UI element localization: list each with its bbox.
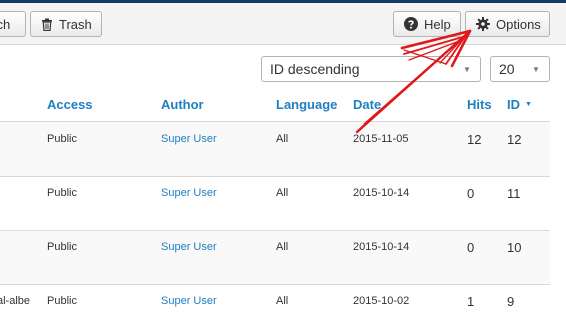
table-row[interactable]: al-albe Public Super User All 2015-10-02… <box>0 285 550 334</box>
column-header-access[interactable]: Access <box>47 97 93 112</box>
table-row[interactable]: Public Super User All 2015-10-14 0 10 <box>0 231 550 285</box>
column-header-id[interactable]: ID ▼ <box>507 97 532 112</box>
help-button-label: Help <box>424 16 451 32</box>
column-header-date[interactable]: Date <box>353 97 381 112</box>
id-cell: 12 <box>507 132 522 147</box>
question-circle-icon <box>404 17 418 31</box>
chevron-down-icon: ▼ <box>532 64 540 74</box>
author-link[interactable]: Super User <box>161 187 217 199</box>
language-cell: All <box>276 133 289 145</box>
access-cell: Public <box>47 241 77 253</box>
access-cell: Public <box>47 295 77 307</box>
toolbar: Batch Trash Help Options <box>0 3 566 45</box>
trash-icon <box>41 18 53 31</box>
batch-button[interactable]: Batch <box>0 11 26 37</box>
date-cell: 2015-10-14 <box>353 241 410 253</box>
help-button[interactable]: Help <box>393 11 461 37</box>
list-limit-value: 20 <box>499 61 515 77</box>
date-cell: 2015-10-14 <box>353 187 410 199</box>
sort-order-select[interactable]: ID descending ▼ <box>261 56 481 82</box>
id-cell: 9 <box>507 294 515 309</box>
table-row[interactable]: Public Super User All 2015-10-14 0 11 <box>0 177 550 231</box>
column-header-author[interactable]: Author <box>161 97 204 112</box>
batch-button-label: Batch <box>0 16 11 32</box>
gear-icon <box>476 17 490 31</box>
access-cell: Public <box>47 187 77 199</box>
column-header-hits[interactable]: Hits <box>467 97 492 112</box>
sort-desc-icon: ▼ <box>525 101 532 108</box>
chevron-down-icon: ▼ <box>463 64 471 74</box>
id-cell: 10 <box>507 240 522 255</box>
column-header-language[interactable]: Language <box>276 97 337 112</box>
language-cell: All <box>276 241 289 253</box>
language-cell: All <box>276 187 289 199</box>
trash-button[interactable]: Trash <box>30 11 102 37</box>
hits-cell: 12 <box>467 132 482 147</box>
author-link[interactable]: Super User <box>161 295 217 307</box>
options-button-label: Options <box>496 16 541 32</box>
list-limit-select[interactable]: 20 ▼ <box>490 56 550 82</box>
author-link[interactable]: Super User <box>161 133 217 145</box>
access-cell: Public <box>47 133 77 145</box>
hits-cell: 0 <box>467 240 475 255</box>
author-link[interactable]: Super User <box>161 241 217 253</box>
hits-cell: 1 <box>467 294 475 309</box>
trash-button-label: Trash <box>59 16 92 32</box>
title-fragment[interactable]: al-albe <box>0 295 30 307</box>
language-cell: All <box>276 295 289 307</box>
date-cell: 2015-10-02 <box>353 295 410 307</box>
table-row[interactable]: Public Super User All 2015-11-05 12 12 <box>0 122 550 176</box>
sort-order-value: ID descending <box>270 61 360 77</box>
hits-cell: 0 <box>467 186 475 201</box>
id-cell: 11 <box>507 186 521 201</box>
column-header-id-label: ID <box>507 97 520 112</box>
options-button[interactable]: Options <box>465 11 550 37</box>
date-cell: 2015-11-05 <box>353 133 409 145</box>
